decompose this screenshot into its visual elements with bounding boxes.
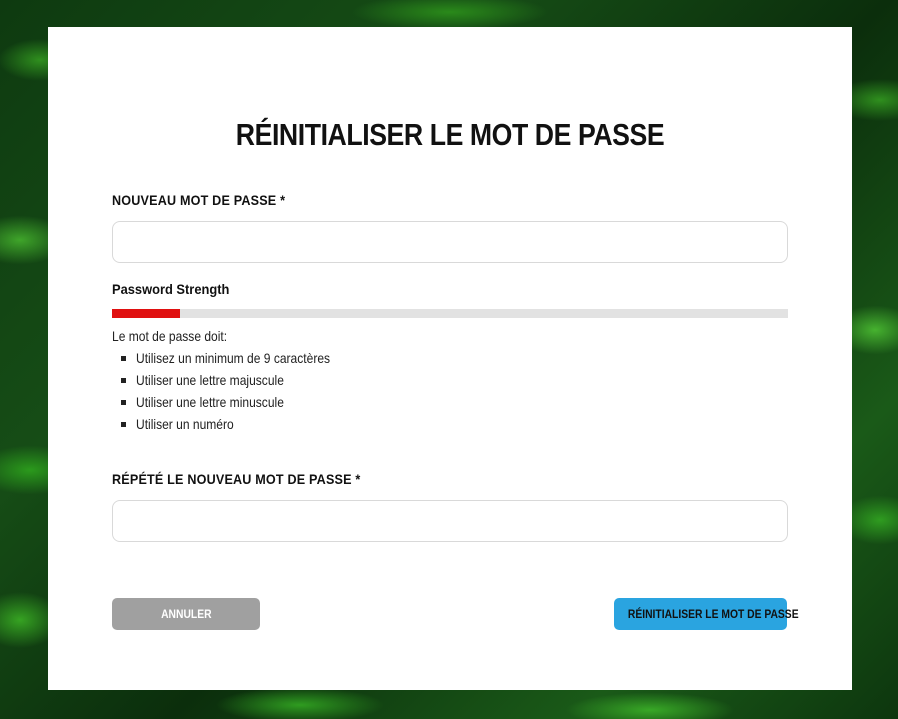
repeat-password-label: RÉPÉTÉ LE NOUVEAU MOT DE PASSE * [112, 471, 361, 487]
new-password-input[interactable] [112, 221, 788, 263]
bullet-icon [121, 400, 126, 405]
password-rules-list: Utilisez un minimum de 9 caractères Util… [112, 347, 362, 435]
reset-password-card: RÉINITIALISER LE MOT DE PASSE NOUVEAU MO… [48, 27, 852, 690]
list-item: Utiliser une lettre majuscule [112, 369, 362, 391]
bullet-icon [121, 422, 126, 427]
list-item: Utiliser une lettre minuscule [112, 391, 362, 413]
reset-password-button[interactable]: RÉINITIALISER LE MOT DE PASSE [614, 598, 799, 630]
rule-text: Utilisez un minimum de 9 caractères [136, 350, 331, 366]
list-item: Utiliser un numéro [112, 413, 362, 435]
password-strength-meter [112, 309, 788, 318]
cancel-button-label: ANNULER [160, 607, 212, 621]
password-strength-label: Password Strength [112, 281, 230, 297]
repeat-password-input[interactable] [112, 500, 788, 542]
bullet-icon [121, 356, 126, 361]
rule-text: Utiliser un numéro [136, 416, 234, 432]
password-strength-fill [112, 309, 180, 318]
rule-text: Utiliser une lettre majuscule [136, 372, 284, 388]
list-item: Utilisez un minimum de 9 caractères [112, 347, 362, 369]
reset-password-button-label: RÉINITIALISER LE MOT DE PASSE [627, 607, 799, 621]
new-password-label: NOUVEAU MOT DE PASSE * [112, 192, 286, 208]
bullet-icon [121, 378, 126, 383]
password-rules-intro: Le mot de passe doit: [112, 328, 228, 344]
page-title: RÉINITIALISER LE MOT DE PASSE [235, 117, 665, 152]
rule-text: Utiliser une lettre minuscule [136, 394, 284, 410]
cancel-button[interactable]: ANNULER [112, 598, 260, 630]
